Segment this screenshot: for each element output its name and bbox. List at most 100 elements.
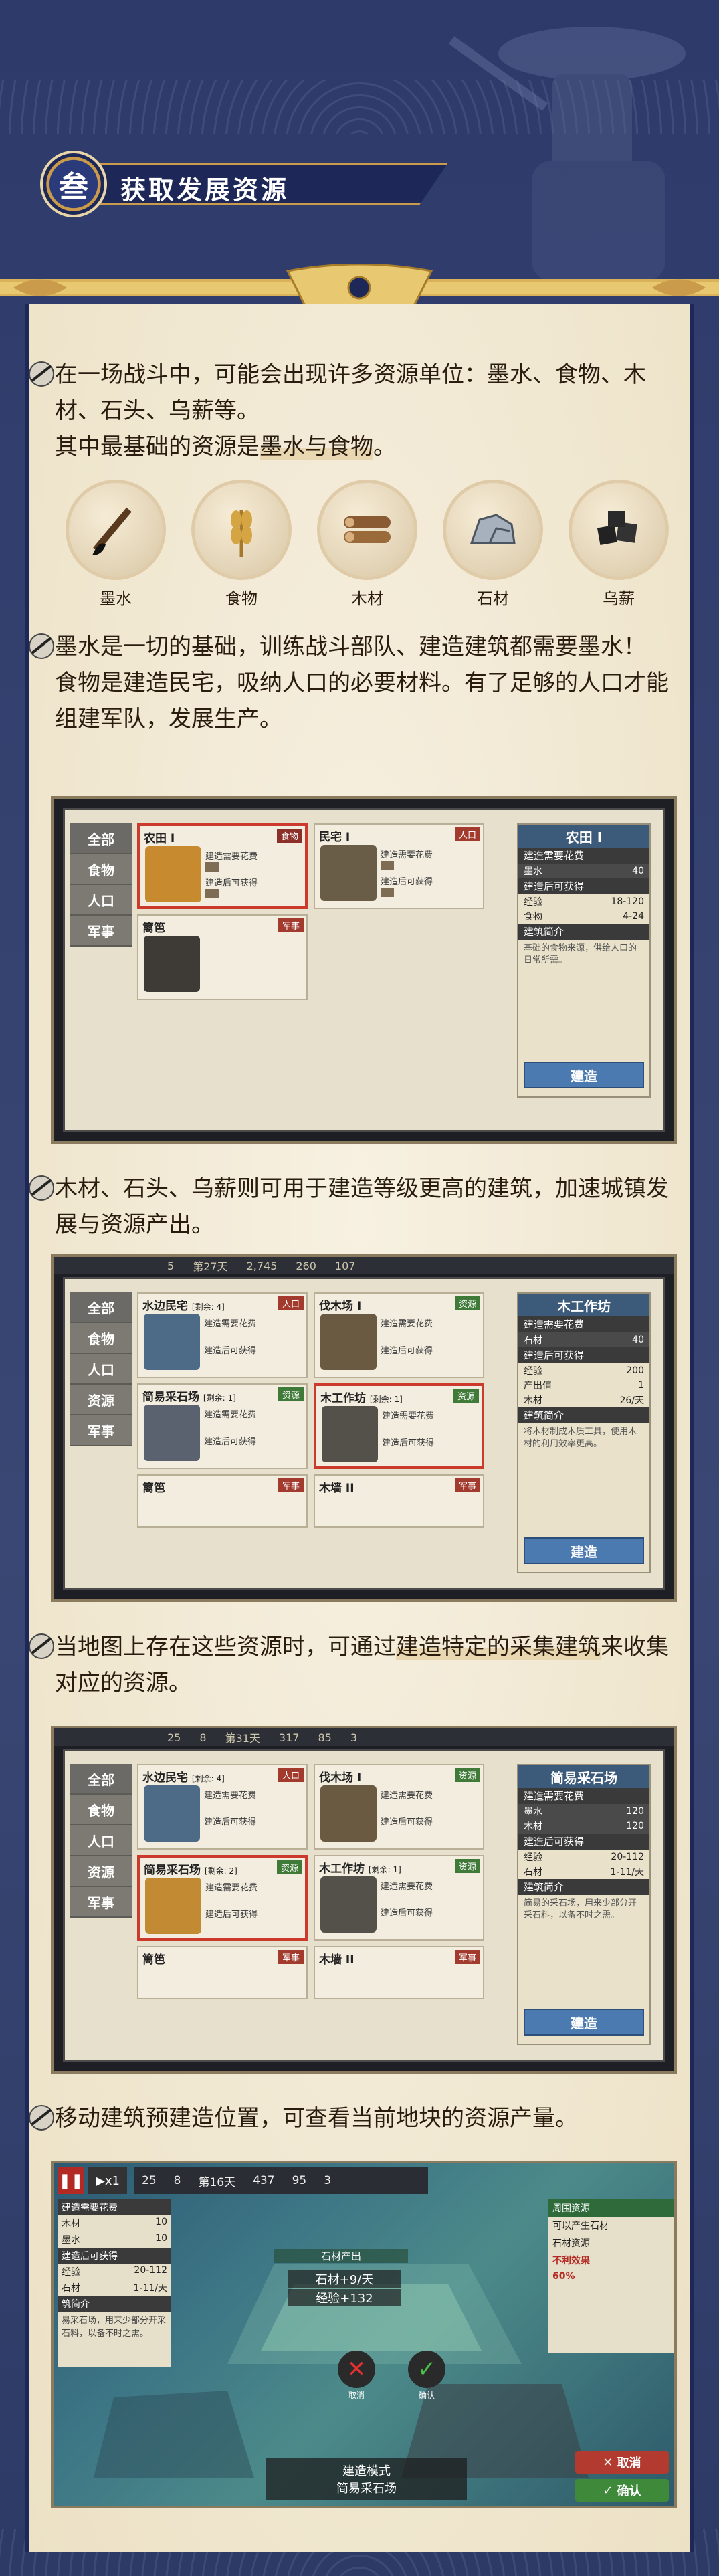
- desc-header: 建筑简介: [518, 1879, 649, 1895]
- category-population[interactable]: 人口: [70, 1825, 132, 1856]
- gain-name: 经验: [524, 1366, 542, 1377]
- header: 叁 获取发展资源: [0, 0, 719, 310]
- population-icon: [381, 888, 394, 897]
- topbar-value: 107: [334, 1259, 356, 1272]
- card-cost-label: 建造需要花费: [381, 1319, 433, 1329]
- check-icon: ✓: [417, 2356, 437, 2383]
- cost-header: 建造需要花费: [518, 848, 649, 864]
- confirm-placement-button[interactable]: ✓: [408, 2351, 445, 2388]
- card-title: 民宅 I: [319, 831, 350, 844]
- building-card-fence[interactable]: 篱笆 军事: [137, 914, 308, 1000]
- check-icon: ✓: [603, 2483, 617, 2498]
- top-resource-bar: 5 第27天 2,745 260 107: [54, 1257, 674, 1274]
- intro-line-2: 其中最基础的资源是墨水与食物。: [55, 429, 677, 465]
- cancel-label: 取消: [617, 2456, 641, 2470]
- category-resource[interactable]: 资源: [70, 1856, 132, 1887]
- category-military[interactable]: 军事: [70, 916, 132, 947]
- category-population[interactable]: 人口: [70, 1354, 132, 1385]
- cost-name: 墨水: [524, 1807, 542, 1817]
- category-food[interactable]: 食物: [70, 854, 132, 885]
- card-cost-label: 建造需要花费: [381, 1882, 433, 1892]
- intro-paragraph: 在一场战斗中，可能会出现许多资源单位：墨水、食物、木材、石头、乌薪等。 其中最基…: [29, 357, 677, 465]
- cost-value: 10: [155, 2217, 167, 2227]
- category-all[interactable]: 全部: [70, 1764, 132, 1795]
- build-button[interactable]: 建造: [524, 1537, 644, 1564]
- topbar-day: 第27天: [193, 1260, 228, 1273]
- resource-coal: 乌薪: [569, 480, 669, 608]
- card-gain-label: 建造后可获得: [381, 1346, 433, 1356]
- card-title-text: 木工作坊: [320, 1392, 366, 1405]
- building-card-wood-wall[interactable]: 木墙 II 军事: [314, 1474, 484, 1528]
- card-tag: 军事: [278, 918, 304, 932]
- category-resource[interactable]: 资源: [70, 1385, 132, 1415]
- card-tag: 军事: [454, 1950, 480, 1964]
- cancel-button[interactable]: ✕ 取消: [575, 2451, 669, 2474]
- building-card-workshop[interactable]: 木工作坊 [剩余: 1] 资源 建造需要花费 建造后可获得: [314, 1383, 484, 1469]
- building-card-farm[interactable]: 农田 I 食物 建造需要花费 建造后可获得: [137, 823, 308, 909]
- exp-yield-label: 经验+132: [288, 2289, 401, 2306]
- category-all[interactable]: 全部: [70, 823, 132, 854]
- topbar-value: 8: [173, 2174, 181, 2187]
- category-military[interactable]: 军事: [70, 1887, 132, 1918]
- topbar-value: 260: [296, 1259, 316, 1272]
- card-gain-label: 建造后可获得: [205, 1910, 258, 1920]
- building-card-wood-wall[interactable]: 木墙 II 军事: [314, 1946, 484, 1999]
- gain-row: 产出值 1: [518, 1378, 649, 1393]
- building-card-quarry[interactable]: 简易采石场 [剩余: 2] 资源 建造需要花费 建造后可获得: [137, 1855, 308, 1941]
- waterside-house-icon: [144, 1314, 200, 1370]
- building-card-workshop[interactable]: 木工作坊 [剩余: 1] 资源 建造需要花费 建造后可获得: [314, 1855, 484, 1941]
- ink-food-paragraph: 墨水是一切的基础，训练战斗部队、建造建筑都需要墨水！ 食物是建造民宅，吸纳人口的…: [29, 629, 677, 737]
- build-button[interactable]: 建造: [524, 2009, 644, 2036]
- detail-title: 农田 I: [518, 825, 649, 848]
- cost-value: 120: [626, 1821, 644, 1831]
- panel-line: 石材资源: [552, 2238, 590, 2249]
- workshop-icon: [320, 1876, 377, 1933]
- cost-row: 石材 40: [518, 1332, 649, 1347]
- ink-drop-icon: [29, 2105, 54, 2131]
- building-info-panel: 建造需要花费 木材 10 墨水 10 建造后可获得 经验 20-112 石材 1-11/…: [58, 2199, 171, 2367]
- building-card-lumber-camp[interactable]: 伐木场 I 资源 建造需要花费 建造后可获得: [314, 1292, 484, 1378]
- category-all[interactable]: 全部: [70, 1292, 132, 1323]
- building-card-lumber-camp[interactable]: 伐木场 I 资源 建造需要花费 建造后可获得: [314, 1764, 484, 1850]
- topbar-value: 317: [278, 1730, 300, 1744]
- building-card-house[interactable]: 民宅 I 人口 建造需要花费 建造后可获得: [314, 823, 484, 909]
- advanced-resources-paragraph: 木材、石头、乌薪则可用于建造等级更高的建筑，加速城镇发展与资源产出。: [29, 1171, 677, 1243]
- desc-header: 建筑简介: [518, 924, 649, 940]
- surrounding-resource-panel: 周围资源 可以产生石材 石材资源 不利效果 60%: [548, 2199, 674, 2353]
- build-menu-panel: 全部 食物 人口 资源 军事 水边民宅 [剩余: 4] 人口 建造需要花费 建造…: [63, 1749, 665, 2062]
- building-card-fence[interactable]: 篱笆 军事: [137, 1474, 308, 1528]
- cost-header: 建造需要花费: [518, 1788, 649, 1804]
- ink-drop-icon: [29, 361, 54, 387]
- para2-line-2: 食物是建造民宅，吸纳人口的必要材料。有了足够的人口才能组建军队，发展生产。: [55, 670, 669, 732]
- cancel-placement-button[interactable]: ✕: [338, 2351, 375, 2388]
- intro-line-1: 在一场战斗中，可能会出现许多资源单位：墨水、食物、木材、石头、乌薪等。: [55, 361, 646, 424]
- gain-value: 1-11/天: [133, 2283, 168, 2294]
- build-button[interactable]: 建造: [524, 1062, 644, 1088]
- pause-button[interactable]: ❚❚: [58, 2167, 84, 2194]
- panel-line: 可以产生石材: [552, 2221, 609, 2232]
- category-military[interactable]: 军事: [70, 1415, 132, 1446]
- cost-value: 40: [632, 866, 644, 876]
- cost-row: 墨水 40: [518, 864, 649, 878]
- para3-line-1: 木材、石头、乌薪则可用于建造等级更高的建筑，加速城镇发展与资源产出。: [55, 1175, 669, 1238]
- speed-button[interactable]: ▶ x1: [88, 2167, 127, 2194]
- confirm-button[interactable]: ✓ 确认: [575, 2479, 669, 2502]
- intro-line-2-prefix: 其中最基础的资源是: [55, 433, 260, 460]
- building-card-waterside-house[interactable]: 水边民宅 [剩余: 4] 人口 建造需要花费 建造后可获得: [137, 1292, 308, 1378]
- wheat-icon: [205, 889, 219, 898]
- para4-line: 当地图上存在这些资源时，可通过建造特定的采集建筑来收集对应的资源。: [55, 1629, 677, 1701]
- cost-value: 40: [632, 1334, 644, 1345]
- category-food[interactable]: 食物: [70, 1323, 132, 1354]
- placement-paragraph: 移动建筑预建造位置，可查看当前地块的资源产量。: [29, 2100, 677, 2137]
- category-list: 全部 食物 人口 军事: [70, 823, 132, 947]
- building-card-fence[interactable]: 篱笆 军事: [137, 1946, 308, 1999]
- card-tag: 军事: [454, 1478, 480, 1492]
- category-population[interactable]: 人口: [70, 885, 132, 916]
- category-food[interactable]: 食物: [70, 1795, 132, 1825]
- card-cost-label: 建造需要花费: [382, 1411, 435, 1421]
- card-title: 木墙 II: [319, 1953, 354, 1967]
- card-cost-label: 建造需要花费: [204, 1319, 257, 1329]
- building-card-waterside-house[interactable]: 水边民宅 [剩余: 4] 人口 建造需要花费 建造后可获得: [137, 1764, 308, 1850]
- building-name-label: 简易采石场: [336, 2482, 397, 2496]
- building-card-quarry[interactable]: 简易采石场 [剩余: 1] 资源 建造需要花费 建造后可获得: [137, 1383, 308, 1469]
